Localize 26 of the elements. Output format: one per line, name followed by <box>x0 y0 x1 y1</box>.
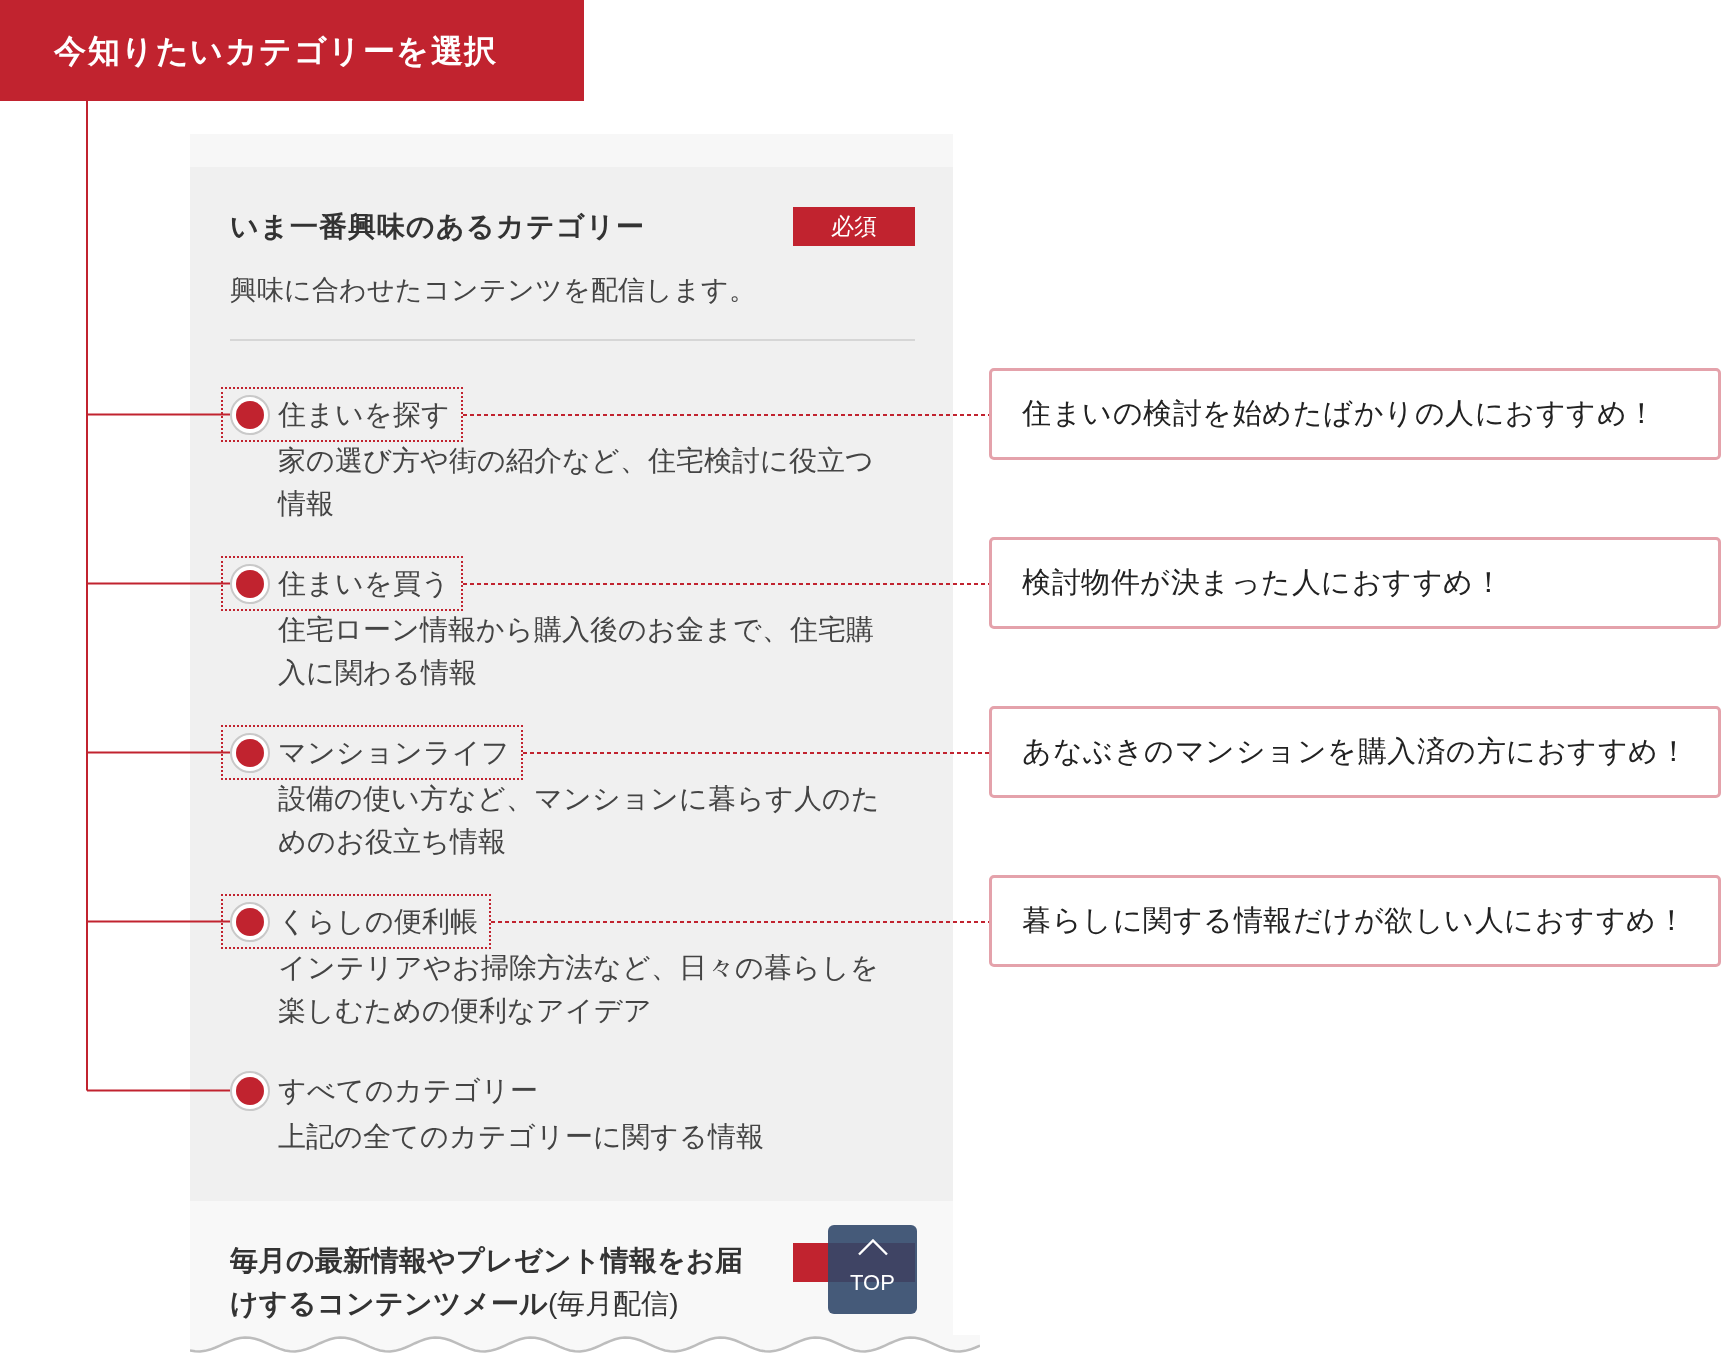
radio-button[interactable] <box>230 1070 270 1111</box>
option-label: すべてのカテゴリー <box>278 1074 538 1108</box>
chevron-up-icon <box>856 1239 889 1256</box>
question-description: 興味に合わせたコンテンツを配信します。 <box>230 274 757 307</box>
callout-note: あなぶきのマンションを購入済の方におすすめ！ <box>989 706 1721 798</box>
option-label: くらしの便利帳 <box>278 905 478 939</box>
option-description: 設備の使い方など、マンションに暮らす人のためのお役立ち情報 <box>278 782 881 859</box>
option-description: 住宅ローン情報から購入後のお金まで、住宅購入に関わる情報 <box>278 613 875 690</box>
section-banner: 今知りたいカテゴリーを選択 <box>0 0 584 101</box>
callout-note: 暮らしに関する情報だけが欲しい人におすすめ！ <box>989 875 1721 967</box>
required-badge: 必須 <box>793 207 915 246</box>
question-title: 毎月の最新情報やプレゼント情報をお届けするコンテンツメール(毎月配信) <box>230 1244 744 1321</box>
option-label: 住まいを買う <box>278 567 450 601</box>
option-description: 家の選び方や街の紹介など、住宅検討に役立つ情報 <box>278 444 875 521</box>
back-to-top-button[interactable]: TOP <box>828 1225 917 1314</box>
option-description: 上記の全てのカテゴリーに関する情報 <box>278 1120 765 1154</box>
callout-note: 住まいの検討を始めたばかりの人におすすめ！ <box>989 368 1721 460</box>
option-description: インテリアやお掃除方法など、日々の暮らしを楽しむための便利なアイデア <box>278 951 880 1028</box>
radio-button[interactable] <box>230 732 270 773</box>
radio-button[interactable] <box>230 563 270 604</box>
callout-note: 検討物件が決まった人におすすめ！ <box>989 537 1721 629</box>
radio-button[interactable] <box>230 901 270 942</box>
question-title: いま一番興味のあるカテゴリー <box>230 210 645 244</box>
option-label: マンションライフ <box>278 736 510 770</box>
option-label: 住まいを探す <box>278 398 450 432</box>
radio-button[interactable] <box>230 394 270 435</box>
